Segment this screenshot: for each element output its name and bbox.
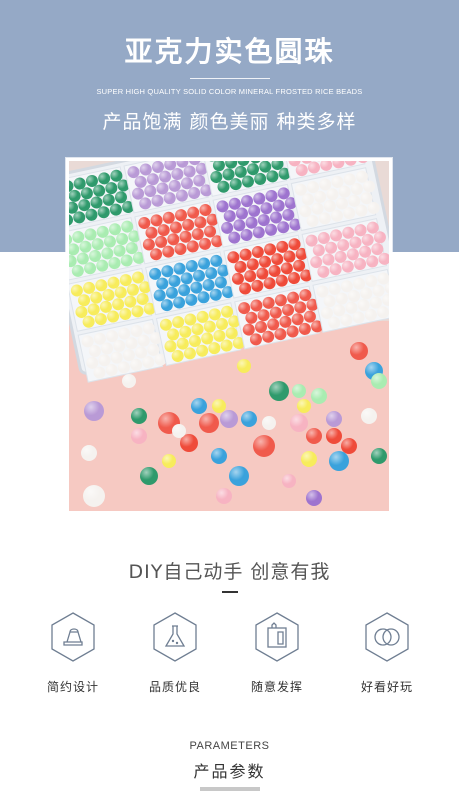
design-icon — [51, 612, 95, 662]
parameters-heading-cn: 产品参数 — [193, 762, 266, 781]
feature-label: 好看好玩 — [360, 680, 413, 694]
feature-label: 简约设计 — [46, 680, 99, 694]
diy-heading: DIY自己动手 创意有我 — [128, 561, 331, 583]
fun-icon — [365, 612, 409, 662]
title-divider — [190, 78, 270, 79]
section-bar — [200, 787, 260, 791]
page-title: 亚克力实色圆珠 — [124, 35, 335, 68]
beads-illustration — [69, 161, 389, 511]
creativity-icon — [255, 612, 299, 662]
heading-dash — [222, 591, 238, 593]
parameters-heading-en: PARAMETERS — [189, 740, 270, 752]
product-photo — [66, 158, 392, 514]
feature-creativity: 随意发挥 — [232, 612, 322, 695]
feature-fun: 好看好玩 — [342, 612, 432, 695]
tagline: 产品饱满 颜色美丽 种类多样 — [102, 111, 357, 133]
feature-label: 随意发挥 — [250, 680, 303, 694]
feature-quality: 品质优良 — [130, 612, 220, 695]
feature-design: 简约设计 — [28, 612, 118, 695]
english-subtitle: SUPER HIGH QUALITY SOLID COLOR MINERAL F… — [96, 87, 363, 96]
feature-label: 品质优良 — [148, 680, 201, 694]
flask-icon — [153, 612, 197, 662]
